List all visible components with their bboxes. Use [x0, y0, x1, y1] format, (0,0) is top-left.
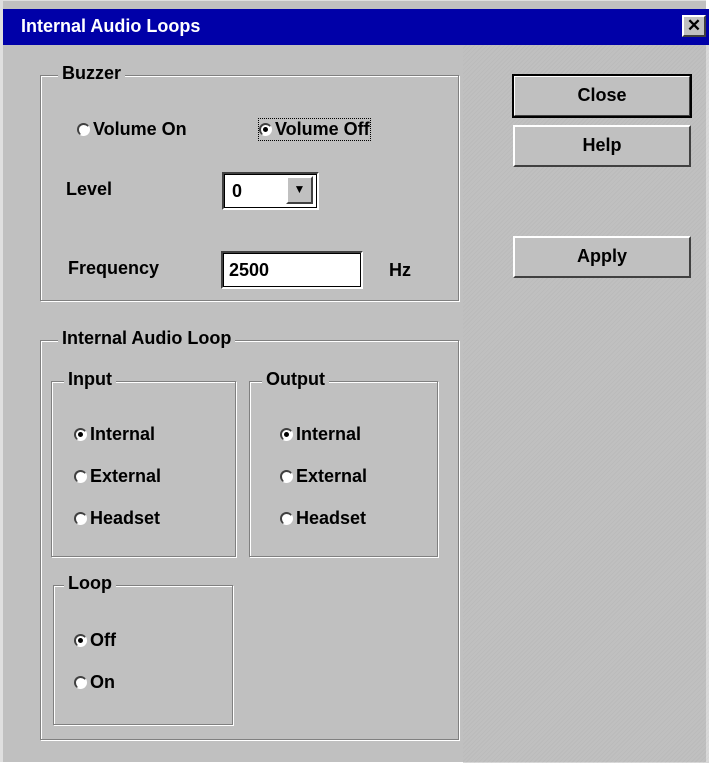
input-legend: Input	[64, 369, 116, 390]
loop-group: Loop Off On	[53, 573, 233, 725]
close-icon[interactable]: ✕	[682, 15, 706, 37]
volume-off-radio[interactable]: Volume Off	[258, 118, 371, 141]
radio-icon	[77, 123, 90, 136]
level-dropdown-button[interactable]: ▼	[286, 176, 313, 204]
internal-audio-loop-legend: Internal Audio Loop	[58, 328, 236, 349]
dialog-window: Internal Audio Loops ✕ Buzzer Volume On …	[0, 0, 709, 763]
help-button-label: Help	[582, 135, 622, 155]
radio-icon	[74, 634, 87, 647]
radio-icon	[74, 428, 87, 441]
volume-off-label: Volume Off	[275, 119, 370, 139]
loop-legend: Loop	[64, 573, 116, 594]
frequency-label: Frequency	[68, 258, 160, 278]
chevron-down-icon: ▼	[293, 182, 306, 196]
buzzer-group: Buzzer Volume On Volume Off Level 0 ▼ Fr…	[40, 63, 459, 301]
close-button-label: Close	[577, 85, 627, 105]
output-headset-label: Headset	[296, 508, 367, 528]
radio-icon	[74, 512, 87, 525]
output-internal-label: Internal	[296, 424, 362, 444]
radio-icon	[280, 428, 293, 441]
frequency-unit: Hz	[389, 260, 411, 280]
frequency-value: 2500	[229, 260, 270, 280]
loop-on-radio[interactable]: On	[74, 672, 115, 693]
internal-audio-loop-group: Internal Audio Loop Input Internal Exter…	[40, 328, 459, 740]
input-internal-radio[interactable]: Internal	[74, 424, 155, 445]
close-button[interactable]: Close	[512, 74, 692, 118]
radio-icon	[280, 470, 293, 483]
output-external-label: External	[296, 466, 368, 486]
output-headset-radio[interactable]: Headset	[280, 508, 366, 529]
level-label: Level	[66, 179, 113, 199]
loop-off-radio[interactable]: Off	[74, 630, 116, 651]
loop-on-label: On	[90, 672, 115, 692]
output-internal-radio[interactable]: Internal	[280, 424, 361, 445]
volume-on-radio[interactable]: Volume On	[77, 119, 187, 140]
frequency-input[interactable]: 2500	[221, 251, 363, 289]
apply-button-label: Apply	[576, 246, 627, 266]
title-bar[interactable]: Internal Audio Loops ✕	[3, 9, 709, 45]
output-legend: Output	[262, 369, 329, 390]
window-title: Internal Audio Loops	[21, 16, 201, 36]
help-button[interactable]: Help	[513, 125, 691, 167]
input-external-radio[interactable]: External	[74, 466, 161, 487]
input-external-label: External	[90, 466, 162, 486]
radio-icon	[74, 470, 87, 483]
output-external-radio[interactable]: External	[280, 466, 367, 487]
radio-icon	[280, 512, 293, 525]
level-select[interactable]: 0 ▼	[222, 172, 319, 210]
output-group: Output Internal External Headset	[249, 369, 438, 557]
input-headset-label: Headset	[90, 508, 161, 528]
loop-off-label: Off	[90, 630, 116, 650]
radio-icon	[259, 123, 272, 136]
level-value: 0	[232, 181, 243, 201]
volume-on-label: Volume On	[93, 119, 187, 139]
input-internal-label: Internal	[90, 424, 156, 444]
apply-button[interactable]: Apply	[513, 236, 691, 278]
input-headset-radio[interactable]: Headset	[74, 508, 160, 529]
radio-icon	[74, 676, 87, 689]
buzzer-legend: Buzzer	[58, 63, 126, 84]
input-group: Input Internal External Headset	[51, 369, 236, 557]
